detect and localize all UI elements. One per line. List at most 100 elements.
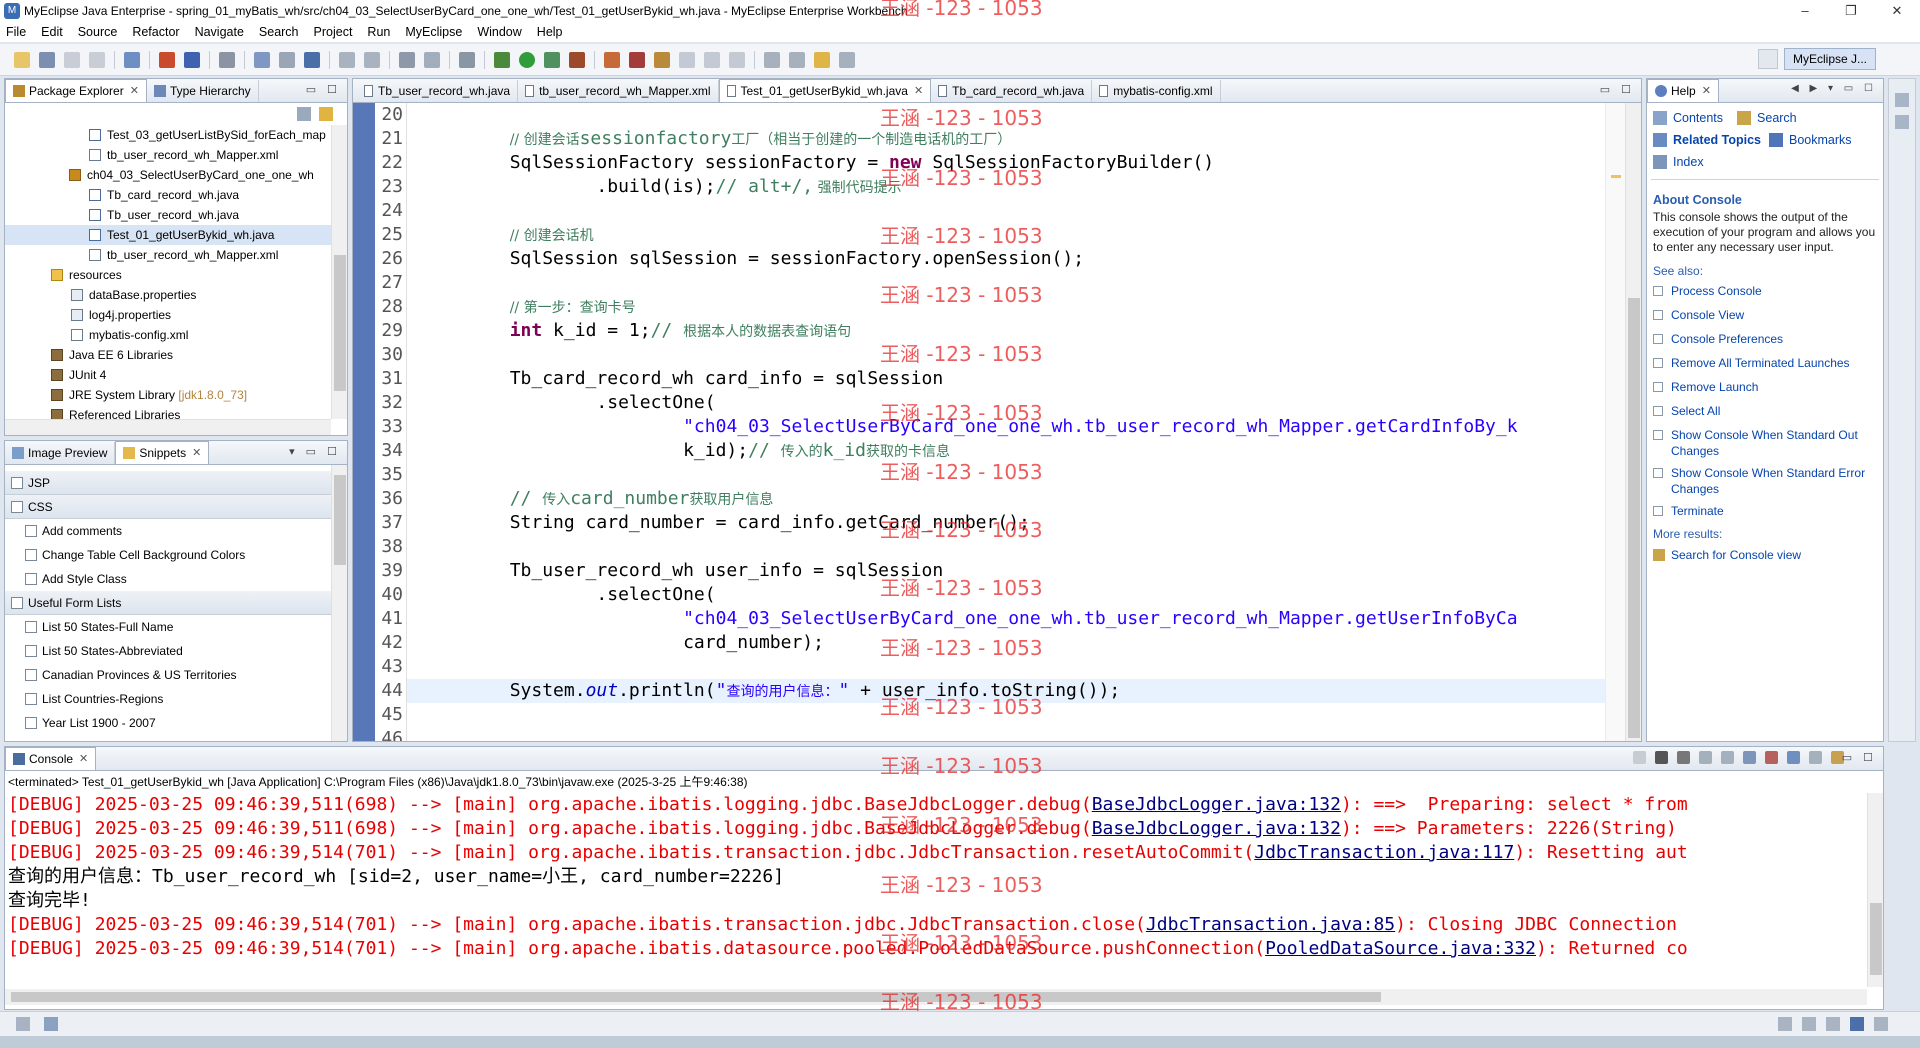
tree-item[interactable]: JUnit 4	[5, 365, 331, 385]
tool-icon[interactable]	[424, 51, 440, 68]
explorer-horizontal-scrollbar[interactable]	[5, 419, 331, 435]
search-icon[interactable]	[654, 51, 670, 68]
console-source-link[interactable]: PooledDataSource.java:332	[1265, 938, 1536, 959]
jdbc-icon[interactable]	[279, 51, 295, 68]
remove-all-icon[interactable]	[1677, 751, 1690, 764]
tab-editor-mybatis-config[interactable]: mybatis-config.xml	[1092, 80, 1221, 102]
tree-item[interactable]: dataBase.properties	[5, 285, 331, 305]
progress-icon[interactable]	[1826, 1017, 1840, 1031]
print-icon[interactable]	[89, 51, 105, 68]
snippet-item[interactable]: Canadian Provinces & US Territories	[5, 663, 331, 687]
refresh-icon[interactable]	[339, 51, 355, 68]
close-icon[interactable]: ✕	[1702, 84, 1711, 97]
code-line[interactable]	[407, 271, 1605, 295]
menu-refactor[interactable]: Refactor	[132, 25, 179, 39]
tab-image-preview[interactable]: Image Preview	[5, 442, 116, 464]
code-line[interactable]	[407, 535, 1605, 559]
snippet-group-useful-form-lists[interactable]: Useful Form Lists	[5, 591, 331, 615]
close-icon[interactable]: ✕	[79, 752, 88, 765]
menu-navigate[interactable]: Navigate	[195, 25, 244, 39]
snippet-item[interactable]: Change Table Cell Background Colors	[5, 543, 331, 567]
tree-item[interactable]: Java EE 6 Libraries	[5, 345, 331, 365]
help-link-console-view[interactable]: Console View	[1671, 305, 1744, 325]
code-line[interactable]	[407, 463, 1605, 487]
menu-source[interactable]: Source	[78, 25, 118, 39]
fast-view-icon[interactable]	[16, 1017, 30, 1031]
run-icon[interactable]	[519, 51, 535, 68]
help-link-show-console-stdout[interactable]: Show Console When Standard Out Changes	[1671, 427, 1871, 459]
save-icon[interactable]	[39, 51, 55, 68]
code-line[interactable]	[407, 199, 1605, 223]
snippet-item[interactable]: Year List 1900 - 2007	[5, 711, 331, 735]
tree-item[interactable]: tb_user_record_wh_Mapper.xml	[5, 245, 331, 265]
editor-vertical-scrollbar[interactable]	[1625, 103, 1641, 741]
snippet-group-jsp[interactable]: JSP	[5, 471, 331, 495]
open-perspective-icon[interactable]	[1758, 49, 1778, 69]
minimize-maximize-icon[interactable]: ▭ ☐	[306, 83, 341, 96]
menu-run[interactable]: Run	[367, 25, 390, 39]
new-package-icon[interactable]	[629, 51, 645, 68]
tab-type-hierarchy[interactable]: Type Hierarchy	[147, 80, 259, 102]
tree-item[interactable]: resources	[5, 265, 331, 285]
build-icon[interactable]	[399, 51, 415, 68]
console-source-link[interactable]: BaseJdbcLogger.java:132	[1092, 794, 1341, 815]
help-link-show-console-stderr[interactable]: Show Console When Standard Error Changes	[1671, 465, 1871, 497]
code-line[interactable]	[407, 103, 1605, 127]
help-bookmarks-link[interactable]: Bookmarks	[1789, 133, 1852, 147]
snippet-item[interactable]: List Countries-Regions	[5, 687, 331, 711]
snippet-item[interactable]: List 50 States-Abbreviated	[5, 639, 331, 663]
tree-item[interactable]: log4j.properties	[5, 305, 331, 325]
code-line[interactable]: card_number);	[407, 631, 1605, 655]
tree-item[interactable]: Referenced Libraries	[5, 405, 331, 419]
tree-item[interactable]: Test_03_getUserListBySid_forEach_map	[5, 125, 331, 145]
code-line[interactable]: int k_id = 1;// 根据本人的数据表查询语句	[407, 319, 1605, 343]
help-link-terminate[interactable]: Terminate	[1671, 501, 1724, 521]
code-line[interactable]: String card_number = card_info.getCard_n…	[407, 511, 1605, 535]
menu-window[interactable]: Window	[477, 25, 521, 39]
new-class-icon[interactable]	[604, 51, 620, 68]
code-line[interactable]: "ch04_03_SelectUserByCard_one_one_wh.tb_…	[407, 415, 1605, 439]
tab-editor-mapper-xml[interactable]: tb_user_record_wh_Mapper.xml	[518, 80, 719, 102]
tab-console[interactable]: Console ✕	[5, 747, 97, 770]
code-line[interactable]: // 传入card_number获取用户信息	[407, 487, 1605, 511]
code-line[interactable]: // 第一步：查询卡号	[407, 295, 1605, 319]
new-project-icon[interactable]	[124, 51, 140, 68]
collapse-all-icon[interactable]	[297, 107, 311, 121]
menu-myeclipse[interactable]: MyEclipse	[405, 25, 462, 39]
code-line[interactable]: Tb_user_record_wh user_info = sqlSession	[407, 559, 1605, 583]
menu-search[interactable]: Search	[259, 25, 299, 39]
code-line[interactable]: .selectOne(	[407, 391, 1605, 415]
code-line[interactable]: System.out.println("查询的用户信息：" + user_inf…	[407, 679, 1605, 703]
tree-item[interactable]: tb_user_record_wh_Mapper.xml	[5, 145, 331, 165]
problems-icon[interactable]	[1802, 1017, 1816, 1031]
tab-package-explorer[interactable]: Package Explorer ✕	[5, 79, 147, 102]
perspective-myeclipse-java[interactable]: MyEclipse J...	[1784, 48, 1877, 70]
code-line[interactable]: // 创建会话sessionfactory工厂（相当于创建的一个制造电话机的工厂…	[407, 127, 1605, 151]
link-with-editor-icon[interactable]	[319, 107, 333, 121]
open-type-icon[interactable]	[159, 51, 175, 68]
annotation-icon[interactable]	[704, 51, 720, 68]
help-link-select-all[interactable]: Select All	[1671, 401, 1720, 421]
server-icon[interactable]	[219, 51, 235, 68]
snippet-item[interactable]: Add comments	[5, 519, 331, 543]
save-all-icon[interactable]	[64, 51, 80, 68]
console-vertical-scrollbar[interactable]	[1867, 793, 1883, 987]
code-line[interactable]	[407, 727, 1605, 741]
code-line[interactable]: "ch04_03_SelectUserByCard_one_one_wh.tb_…	[407, 607, 1605, 631]
help-contents-link[interactable]: Contents	[1673, 111, 1723, 125]
coverage-icon[interactable]	[544, 51, 560, 68]
console-source-link[interactable]: JdbcTransaction.java:85	[1146, 914, 1395, 935]
menu-edit[interactable]: Edit	[41, 25, 63, 39]
explorer-vertical-scrollbar[interactable]	[331, 125, 347, 419]
code-line[interactable]	[407, 703, 1605, 727]
menu-project[interactable]: Project	[314, 25, 353, 39]
code-line[interactable]	[407, 655, 1605, 679]
show-stderr-icon[interactable]	[1765, 751, 1778, 764]
view-menu-icon[interactable]: ▾ ▭ ☐	[289, 445, 341, 458]
debug-icon[interactable]	[494, 51, 510, 68]
tree-item[interactable]: ch04_03_SelectUserByCard_one_one_wh	[5, 165, 331, 185]
help-link-console-preferences[interactable]: Console Preferences	[1671, 329, 1783, 349]
terminate-icon[interactable]	[1633, 751, 1646, 764]
help-search-link[interactable]: Search	[1757, 111, 1797, 125]
minimize-button[interactable]: –	[1782, 0, 1828, 22]
